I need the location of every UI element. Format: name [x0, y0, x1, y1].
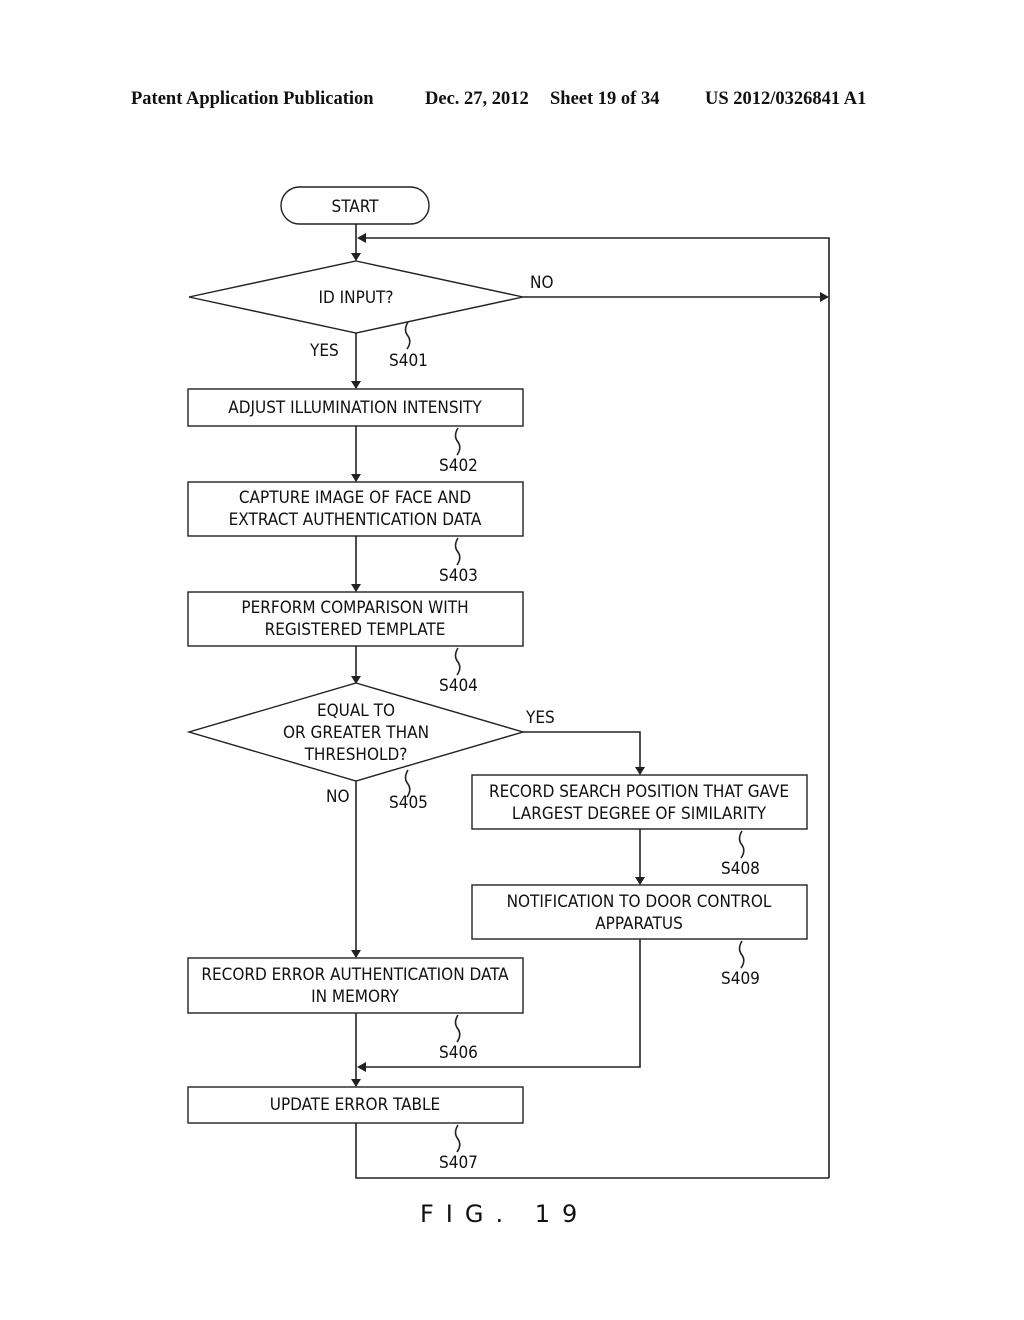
s403-leader	[454, 537, 461, 566]
decision-s405: EQUAL TO OR GREATER THAN THRESHOLD?	[186, 682, 526, 782]
s402-ref: S402	[439, 456, 478, 476]
s405-text-line3: THRESHOLD?	[304, 745, 408, 765]
s405-ref: S405	[389, 793, 428, 813]
arrow-head	[635, 877, 645, 885]
process-s403: CAPTURE IMAGE OF FACE AND EXTRACT AUTHEN…	[187, 481, 524, 537]
s406-leader	[454, 1014, 461, 1043]
s402-text: ADJUST ILLUMINATION INTENSITY	[228, 398, 482, 418]
s406-text-line1: RECORD ERROR AUTHENTICATION DATA	[201, 965, 509, 985]
s405-no-label: NO	[326, 787, 349, 807]
process-s402: ADJUST ILLUMINATION INTENSITY	[187, 388, 524, 427]
arrow-head	[351, 1079, 361, 1087]
s408-text-line2: LARGEST DEGREE OF SIMILARITY	[512, 804, 767, 824]
decision-s401: ID INPUT?	[188, 260, 524, 334]
s404-text-line1: PERFORM COMPARISON WITH	[241, 598, 468, 618]
s403-ref: S403	[439, 566, 478, 586]
process-s407: UPDATE ERROR TABLE	[187, 1086, 524, 1124]
connector-s405-yes	[523, 731, 641, 774]
s409-leader	[738, 940, 745, 969]
arrow-head	[357, 1062, 366, 1072]
s406-ref: S406	[439, 1043, 478, 1063]
s409-text-line1: NOTIFICATION TO DOOR CONTROL	[507, 892, 772, 912]
s401-text: ID INPUT?	[319, 288, 394, 308]
start-terminal: START	[280, 186, 430, 225]
s401-leader	[404, 321, 411, 350]
s407-text: UPDATE ERROR TABLE	[270, 1095, 440, 1115]
s404-text-line2: REGISTERED TEMPLATE	[265, 620, 446, 640]
s408-leader	[738, 830, 745, 859]
arrow-head	[351, 253, 361, 261]
s405-text-line2: OR GREATER THAN	[283, 723, 429, 743]
process-s404: PERFORM COMPARISON WITH REGISTERED TEMPL…	[187, 591, 524, 647]
s403-text-line2: EXTRACT AUTHENTICATION DATA	[229, 510, 482, 530]
arrow-head	[351, 381, 361, 389]
start-label: START	[332, 197, 380, 217]
process-s406: RECORD ERROR AUTHENTICATION DATA IN MEMO…	[187, 957, 524, 1014]
arrow-head	[351, 474, 361, 482]
s401-no-label: NO	[530, 273, 553, 293]
process-s409: NOTIFICATION TO DOOR CONTROL APPARATUS	[471, 884, 808, 940]
arrow-head	[351, 950, 361, 958]
arrow-head	[357, 233, 366, 243]
s405-text-line1: EQUAL TO	[317, 701, 395, 721]
s408-text-line1: RECORD SEARCH POSITION THAT GAVE	[489, 782, 789, 802]
s406-text-line2: IN MEMORY	[311, 987, 399, 1007]
s409-text-line2: APPARATUS	[595, 914, 683, 934]
s404-ref: S404	[439, 676, 478, 696]
arrow-head	[351, 584, 361, 592]
arrow-head	[635, 767, 645, 775]
s409-ref: S409	[721, 969, 760, 989]
s403-text-line1: CAPTURE IMAGE OF FACE AND	[239, 488, 471, 508]
arrow-head	[820, 292, 829, 302]
figure-label: FIG. 19	[420, 1200, 589, 1228]
s401-ref: S401	[389, 351, 428, 371]
s402-leader	[454, 427, 461, 456]
connector-s407-loop	[355, 1123, 829, 1179]
s401-yes-label: YES	[309, 341, 339, 361]
process-s408: RECORD SEARCH POSITION THAT GAVE LARGEST…	[471, 774, 808, 830]
s404-leader	[454, 647, 461, 676]
s407-leader	[454, 1124, 461, 1153]
s407-ref: S407	[439, 1153, 478, 1173]
s405-yes-label: YES	[525, 708, 555, 728]
flowchart: START ID INPUT? NO YES S401 ADJUST ILLUM…	[186, 186, 830, 1228]
s408-ref: S408	[721, 859, 760, 879]
